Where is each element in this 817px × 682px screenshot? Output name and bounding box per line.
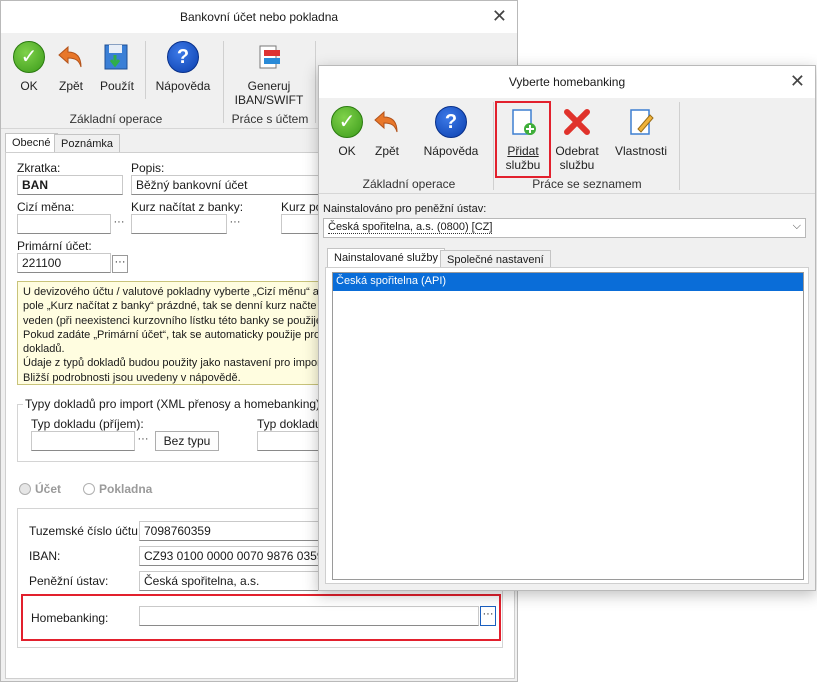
info-line: pole „Kurz načítat z banky“ prázdné, tak… xyxy=(23,300,321,313)
institution-label: Peněžní ústav: xyxy=(29,574,109,588)
dialog-help-button[interactable]: ? Nápověda xyxy=(421,106,481,158)
rate-label: Kurz načítat z banky: xyxy=(131,200,244,214)
info-line: veden (při neexistenci kurzovního lístku… xyxy=(23,314,321,327)
homebanking-browse-button[interactable]: ··· xyxy=(480,606,496,626)
group-account-operations: Práce s účtem xyxy=(231,112,309,126)
shortcut-label: Zkratka: xyxy=(17,161,61,175)
income-type-browse-button[interactable]: ··· xyxy=(136,434,150,450)
apply-button[interactable]: Použít xyxy=(95,41,139,93)
radio-account[interactable]: Účet xyxy=(19,482,61,496)
add-document-icon xyxy=(512,109,536,135)
rate-browse-button[interactable]: ··· xyxy=(228,217,242,233)
delete-x-icon xyxy=(564,109,590,135)
installed-for-select[interactable]: Česká spořitelna, a.s. (0800) [CZ] ⌵ xyxy=(323,218,806,238)
radio-icon xyxy=(19,483,31,495)
document-generate-icon xyxy=(259,45,280,69)
list-item[interactable]: Česká spořitelna (API) xyxy=(333,273,803,291)
radio-cash[interactable]: Pokladna xyxy=(83,482,152,496)
currency-field[interactable] xyxy=(17,214,111,234)
radio-icon xyxy=(83,483,95,495)
close-icon[interactable]: ✕ xyxy=(492,7,507,25)
add-service-button[interactable]: Přidat službu xyxy=(499,106,547,172)
rate-field[interactable] xyxy=(131,214,227,234)
shortcut-field[interactable]: BAN xyxy=(17,175,123,195)
info-line: Pokud zadáte „Primární účet“, tak se aut… xyxy=(23,328,321,341)
income-type-label: Typ dokladu (příjem): xyxy=(31,417,144,431)
tab-installed-services[interactable]: Nainstalované služby xyxy=(327,248,445,267)
description-label: Popis: xyxy=(131,161,165,175)
rate2-field[interactable] xyxy=(281,214,321,234)
primary-account-label: Primární účet: xyxy=(17,239,92,253)
homebanking-label: Homebanking: xyxy=(31,611,109,625)
import-group-legend: Typy dokladů pro import (XML přenosy a h… xyxy=(23,397,323,411)
chevron-down-icon: ⌵ xyxy=(792,220,801,232)
group-basic-operations: Základní operace xyxy=(362,177,456,191)
description-field[interactable]: Běžný bankovní účet xyxy=(131,175,321,195)
close-icon[interactable]: ✕ xyxy=(790,72,805,90)
edit-document-icon xyxy=(630,109,654,135)
remove-service-button[interactable]: Odebrat službu xyxy=(551,106,603,172)
income-type-field[interactable] xyxy=(31,431,135,451)
homebanking-field[interactable] xyxy=(139,606,479,626)
help-button[interactable]: ? Nápověda xyxy=(153,41,213,93)
help-icon: ? xyxy=(167,41,199,73)
toolbar-separator xyxy=(315,41,316,123)
checkmark-icon: ✓ xyxy=(13,41,45,73)
info-line: Bližší podrobnosti jsou uvedeny v nápově… xyxy=(23,371,241,384)
primary-account-field[interactable]: 221100 xyxy=(17,253,111,273)
main-titlebar: Bankovní účet nebo pokladna ✕ xyxy=(1,1,517,33)
services-list[interactable]: Česká spořitelna (API) xyxy=(332,272,804,580)
dialog-back-button[interactable]: Zpět xyxy=(369,106,405,158)
iban-field[interactable]: CZ93 0100 0000 0070 9876 0359 xyxy=(139,546,321,566)
domestic-account-label: Tuzemské číslo účtu: xyxy=(29,524,142,538)
institution-field[interactable]: Česká spořitelna, a.s. xyxy=(139,571,321,591)
group-basic-operations: Základní operace xyxy=(69,112,163,126)
primary-account-browse-button[interactable]: ··· xyxy=(112,255,128,273)
toolbar-separator xyxy=(679,102,680,190)
installed-for-label: Nainstalováno pro peněžní ústav: xyxy=(323,203,487,215)
domestic-account-field[interactable]: 7098760359 xyxy=(139,521,321,541)
info-line: dokladů. xyxy=(23,343,65,356)
currency-browse-button[interactable]: ··· xyxy=(112,217,126,233)
toolbar-separator xyxy=(493,102,494,190)
group-list-operations: Práce se seznamem xyxy=(532,177,642,191)
homebanking-dialog: Vyberte homebanking ✕ ✓ OK Zpět ? Nápově… xyxy=(318,65,816,591)
generate-iban-button[interactable]: Generuj IBAN/SWIFT xyxy=(231,41,307,107)
dialog-title: Vyberte homebanking xyxy=(508,75,626,89)
no-type-button[interactable]: Bez typu xyxy=(155,431,219,451)
currency-label: Cizí měna: xyxy=(17,200,75,214)
dialog-ok-button[interactable]: ✓ OK xyxy=(329,106,365,158)
back-button[interactable]: Zpět xyxy=(53,41,89,93)
save-icon xyxy=(104,44,128,70)
services-panel: Česká spořitelna (API) xyxy=(325,267,809,584)
dialog-titlebar: Vyberte homebanking ✕ xyxy=(319,66,815,98)
ok-button[interactable]: ✓ OK xyxy=(11,41,47,93)
toolbar-separator xyxy=(223,41,224,123)
iban-label: IBAN: xyxy=(29,549,61,563)
undo-arrow-icon xyxy=(58,45,82,68)
info-line: Údaje z typů dokladů budou použity jako … xyxy=(23,357,321,370)
help-icon: ? xyxy=(435,106,467,138)
undo-arrow-icon xyxy=(374,110,398,133)
expense-type-field[interactable] xyxy=(257,431,321,451)
checkmark-icon: ✓ xyxy=(331,106,363,138)
tab-note[interactable]: Poznámka xyxy=(54,134,120,153)
properties-button[interactable]: Vlastnosti xyxy=(609,106,673,158)
tab-general[interactable]: Obecné xyxy=(5,133,58,152)
info-line: U devizového účtu / valutové pokladny vy… xyxy=(23,286,319,298)
info-box: U devizového účtu / valutové pokladny vy… xyxy=(17,281,321,385)
dialog-toolbar: ✓ OK Zpět ? Nápověda Přidat službu Odebr… xyxy=(319,98,815,194)
main-title: Bankovní účet nebo pokladna xyxy=(179,10,339,24)
toolbar-separator xyxy=(145,41,146,99)
